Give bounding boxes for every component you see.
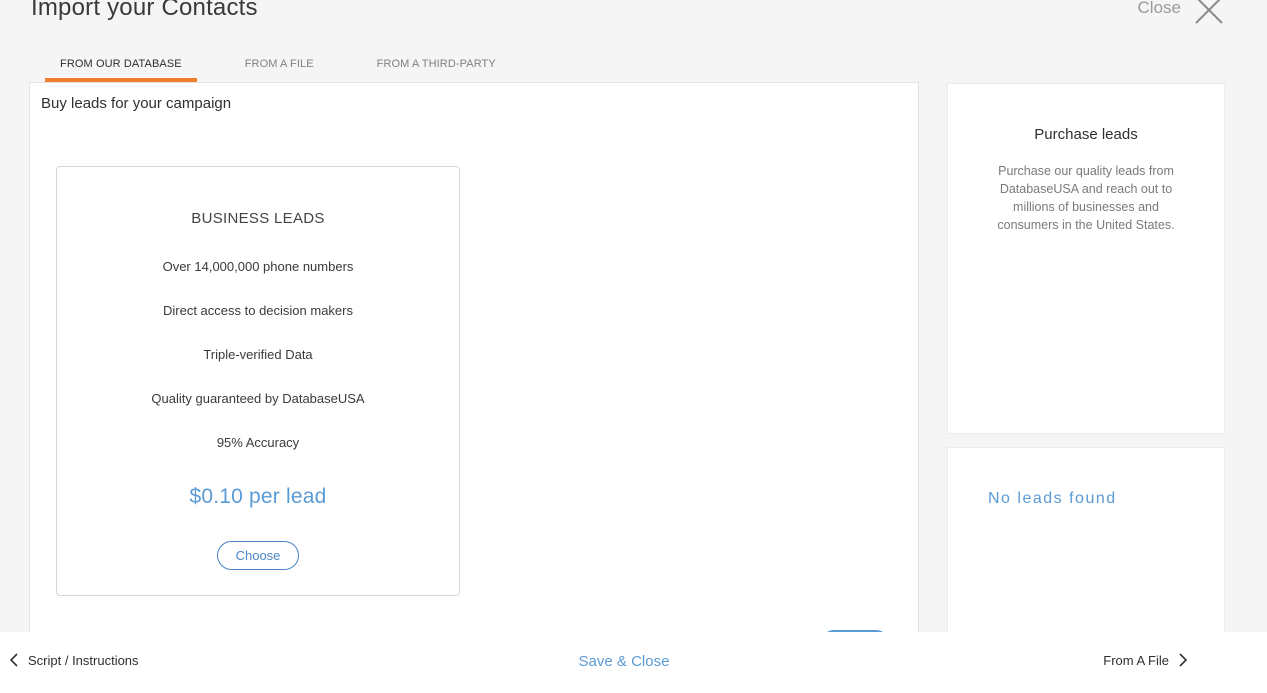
panel-heading: Buy leads for your campaign xyxy=(41,95,232,112)
chevron-right-icon xyxy=(1179,653,1188,667)
no-leads-message: No leads found xyxy=(988,490,1117,507)
purchase-leads-description: Purchase our quality leads from Database… xyxy=(997,164,1175,232)
choose-button[interactable]: Choose xyxy=(217,541,299,570)
feature-list: Over 14,000,000 phone numbers Direct acc… xyxy=(57,259,459,479)
import-contacts-page: Import your Contacts Close FROM OUR DATA… xyxy=(0,0,1267,693)
close-button[interactable]: Close xyxy=(1138,0,1225,26)
price-per-lead: $0.10 per lead xyxy=(189,485,327,508)
purchase-leads-card: Purchase leads Purchase our quality lead… xyxy=(947,83,1225,434)
purchase-leads-title: Purchase leads xyxy=(1034,126,1138,143)
card-title: BUSINESS LEADS xyxy=(191,210,325,227)
feature-item: Over 14,000,000 phone numbers xyxy=(162,259,354,274)
save-close-button[interactable]: Save & Close xyxy=(0,653,1248,670)
feature-item: Quality guaranteed by DatabaseUSA xyxy=(151,391,365,406)
leads-result-card: No leads found xyxy=(947,447,1225,647)
close-icon xyxy=(1195,0,1223,24)
next-nav-label: From A File xyxy=(1103,652,1169,668)
import-tabs: FROM OUR DATABASE FROM A FILE FROM A THI… xyxy=(45,52,544,82)
feature-item: Direct access to decision makers xyxy=(162,303,353,318)
page-title: Import your Contacts xyxy=(31,0,258,21)
tab-from-a-third-party[interactable]: FROM A THIRD-PARTY xyxy=(362,52,511,82)
database-panel: Buy leads for your campaign BUSINESS LEA… xyxy=(29,82,919,644)
tab-from-a-file[interactable]: FROM A FILE xyxy=(230,52,329,82)
business-leads-card: BUSINESS LEADS Over 14,000,000 phone num… xyxy=(56,166,460,596)
tab-from-our-database[interactable]: FROM OUR DATABASE xyxy=(45,52,197,82)
close-label: Close xyxy=(1137,0,1181,17)
footer-bar: Script / Instructions Save & Close From … xyxy=(0,632,1267,693)
feature-item: Triple-verified Data xyxy=(203,347,313,362)
feature-item: 95% Accuracy xyxy=(216,435,300,450)
next-nav-button[interactable]: From A File xyxy=(1103,652,1189,668)
